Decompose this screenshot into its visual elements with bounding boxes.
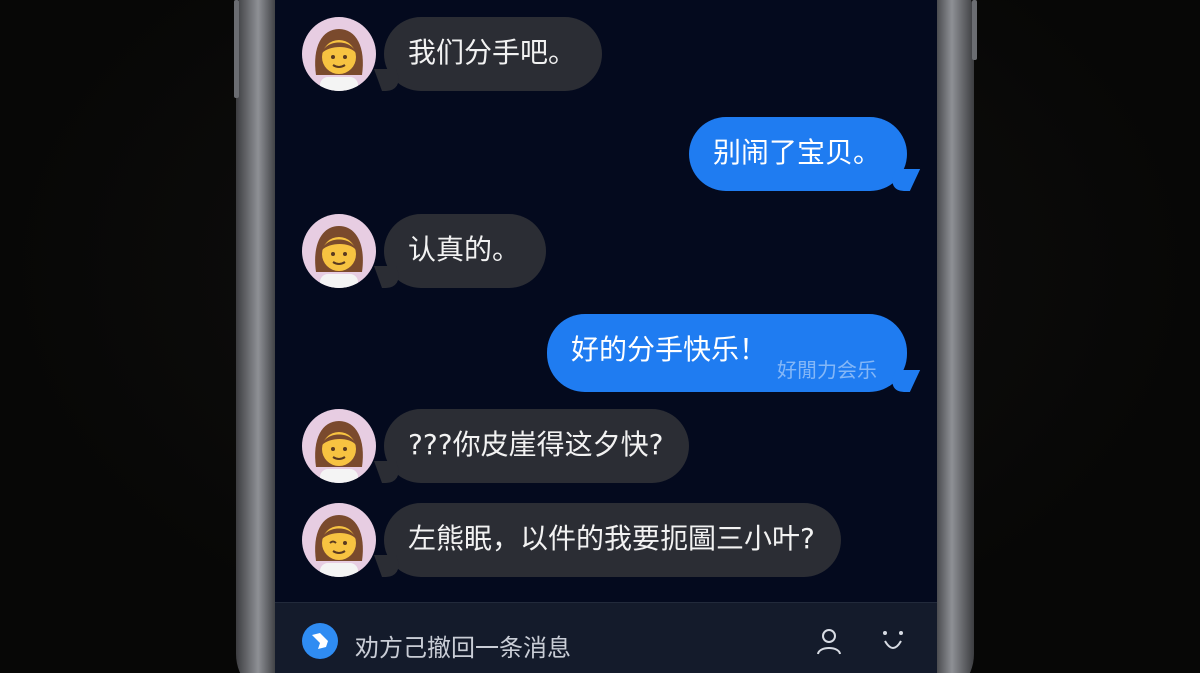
scene: 我们分手吧。 别闹了宝贝。 认真的。 好的分手快乐！ 好閒力会乐 ???你皮崖得… <box>0 0 1200 673</box>
recall-icon[interactable] <box>302 623 338 659</box>
recall-notice-bar: 劝方己撤回一条消息 <box>275 602 937 673</box>
person-icon[interactable] <box>813 625 845 657</box>
phone-side-button <box>234 0 239 98</box>
message-bubble-outgoing[interactable]: 好的分手快乐！ 好閒力会乐 <box>546 314 907 392</box>
message-bubble-incoming[interactable]: 左熊眠，以件的我要扼圖三小叶? <box>384 503 841 577</box>
message-bubble-incoming[interactable]: ???你皮崖得这夕快? <box>384 409 690 483</box>
message-row-incoming: ???你皮崖得这夕快? <box>302 409 690 483</box>
woman-avatar[interactable] <box>302 17 376 91</box>
message-row-outgoing: 别闹了宝贝。 <box>688 117 907 191</box>
message-row-incoming: 认真的。 <box>302 214 547 288</box>
message-bubble-outgoing[interactable]: 别闹了宝贝。 <box>688 117 907 191</box>
message-row-incoming: 左熊眠，以件的我要扼圖三小叶? <box>302 503 841 577</box>
message-bubble-incoming[interactable]: 我们分手吧。 <box>384 17 603 91</box>
message-text: 好的分手快乐！ <box>570 333 767 366</box>
message-row-outgoing: 好的分手快乐！ 好閒力会乐 <box>546 314 907 392</box>
phone-side-button <box>972 0 977 60</box>
message-bubble-incoming[interactable]: 认真的。 <box>384 214 547 288</box>
chat-screen[interactable]: 我们分手吧。 别闹了宝贝。 认真的。 好的分手快乐！ 好閒力会乐 ???你皮崖得… <box>275 0 937 673</box>
recall-notice-text: 劝方己撤回一条消息 <box>355 634 571 662</box>
emoji-icon[interactable] <box>877 625 909 657</box>
woman-avatar[interactable] <box>302 503 376 577</box>
ghost-text: 好閒力会乐 <box>777 358 877 382</box>
message-row-incoming: 我们分手吧。 <box>302 17 603 91</box>
woman-avatar[interactable] <box>302 409 376 483</box>
woman-avatar[interactable] <box>302 214 376 288</box>
